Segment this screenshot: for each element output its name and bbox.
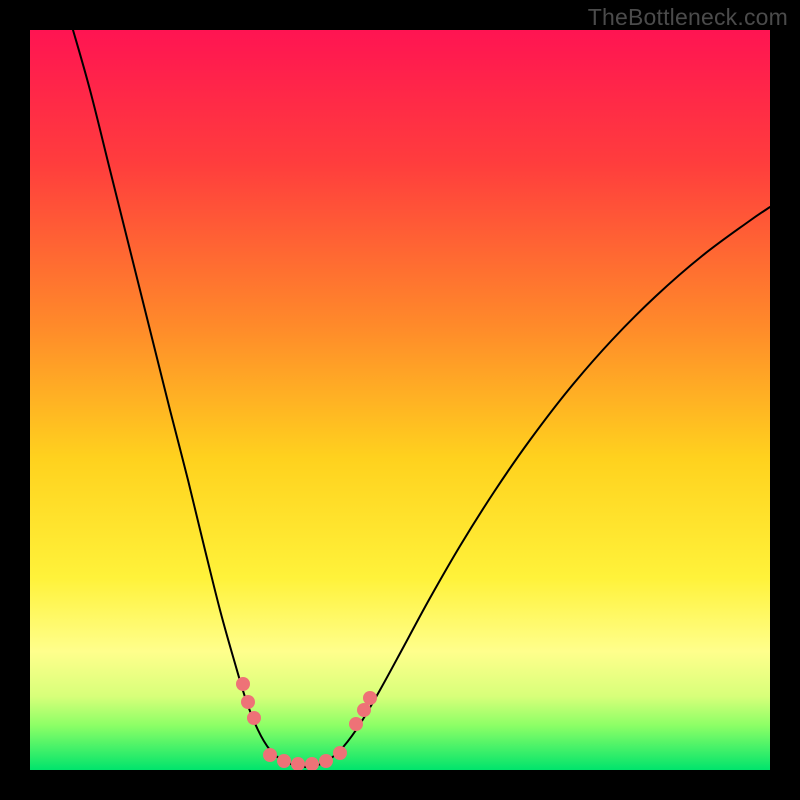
marker-point	[319, 754, 333, 768]
marker-point	[349, 717, 363, 731]
marker-point	[236, 677, 250, 691]
marker-point	[277, 754, 291, 768]
marker-point	[263, 748, 277, 762]
marker-point	[241, 695, 255, 709]
plot-area	[30, 30, 770, 770]
chart-svg	[30, 30, 770, 770]
marker-point	[333, 746, 347, 760]
marker-point	[363, 691, 377, 705]
background-gradient	[30, 30, 770, 770]
watermark-text: TheBottleneck.com	[588, 4, 788, 31]
marker-point	[357, 703, 371, 717]
chart-frame: TheBottleneck.com	[0, 0, 800, 800]
marker-point	[247, 711, 261, 725]
